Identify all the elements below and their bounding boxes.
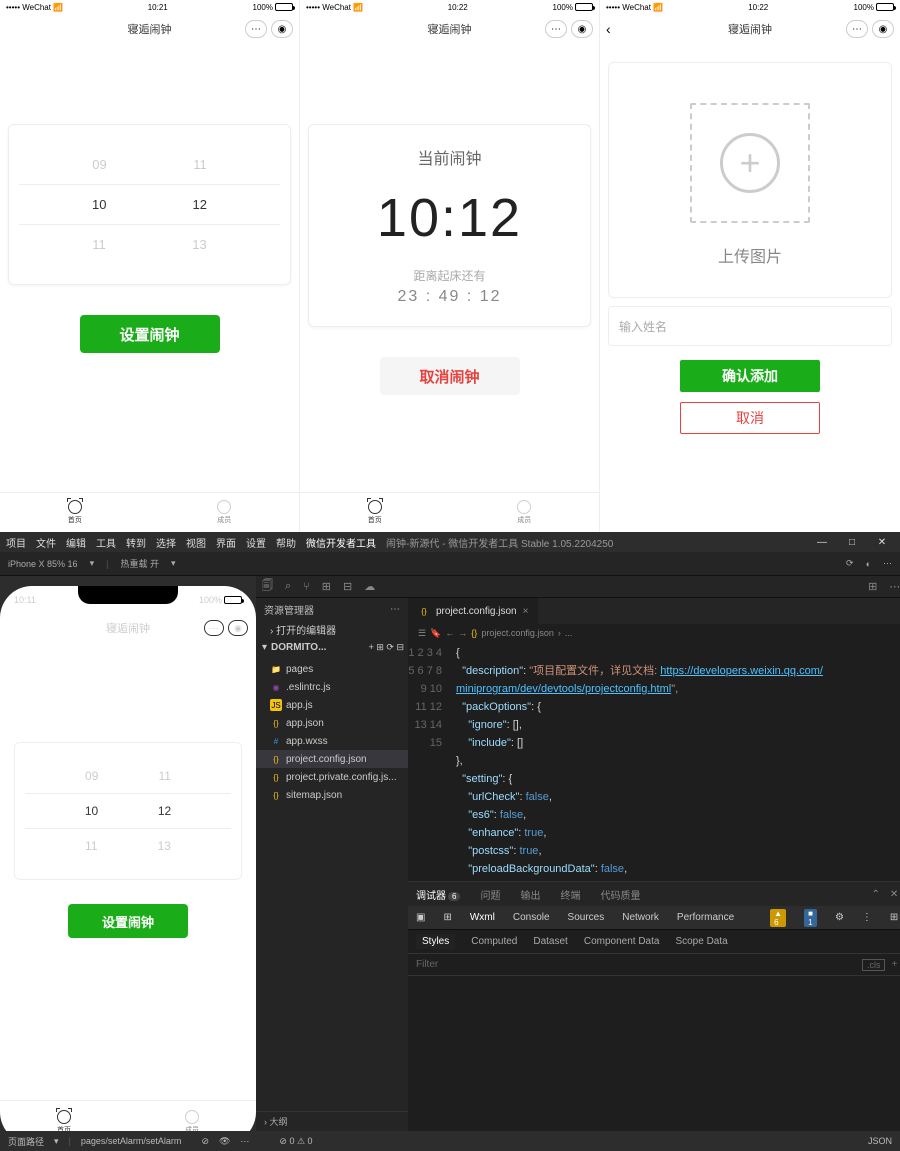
tab-members[interactable]: 成员 (450, 493, 600, 532)
clock-icon (68, 500, 82, 514)
outline[interactable]: › 大纲 (256, 1111, 408, 1131)
more-icon: ⋯ (883, 558, 892, 569)
refresh-icon: ⟳ (846, 558, 854, 569)
confirm-add-button[interactable]: 确认添加 (680, 360, 820, 392)
file-app.wxss[interactable]: #app.wxss (256, 732, 408, 750)
debug-panel: 调试器6 问题输出终端代码质量 ⌃✕ ▣⊞ WxmlConsoleSources… (408, 881, 900, 1131)
plus-icon: + (720, 133, 780, 193)
pause-icon: ◐ (866, 559, 871, 569)
toolbar[interactable]: iPhone X 85% 16▾| 热重载 开▾ ⟳◐⋯ (0, 552, 900, 576)
tabbar: 首页 成员 (0, 492, 299, 532)
name-input[interactable]: 输入姓名 (608, 306, 892, 346)
debug-tabs[interactable]: 调试器6 问题输出终端代码质量 ⌃✕ (408, 882, 900, 906)
nav-bar: ‹ 寝逅闹钟 ⋯◉ (600, 14, 900, 44)
statusbar[interactable]: 页面路径▾|pages/setAlarm/setAlarm ⊘👁⋯ ⊘ 0 ⚠ … (0, 1131, 900, 1151)
close-icon[interactable]: ◉ (271, 20, 293, 38)
code-editor[interactable]: 1 2 3 4 5 6 7 8 9 10 11 12 13 14 15 { "d… (408, 642, 900, 881)
tab-home[interactable]: 首页 (0, 1101, 128, 1131)
close-tab-icon: × (523, 606, 529, 617)
countdown-value: 23 : 49 : 12 (319, 288, 580, 306)
tab-members[interactable]: 成员 (150, 493, 300, 532)
menubar[interactable]: 项目文件编辑工具转到选择视图界面设置帮助微信开发者工具 闹钟-新源代 - 微信开… (0, 532, 900, 552)
tabbar: 首页 成员 (300, 492, 599, 532)
back-icon[interactable]: ‹ (606, 21, 611, 37)
menu-icon[interactable]: ⋯ (846, 20, 868, 38)
close-panel-icon: ✕ (890, 889, 898, 900)
status-bar: ••••• WeChat📶 10:22 100% (300, 0, 599, 14)
member-icon (217, 500, 231, 514)
phone-screen-1: ••••• WeChat📶 10:21 100% 寝逅闹钟 ⋯◉ 0911 10… (0, 0, 300, 532)
window-controls[interactable]: — □ ✕ (810, 537, 894, 548)
file-explorer[interactable]: 资源管理器⋯ › 打开的编辑器 ▾DORMITO...+ ⊞ ⟳ ⊟ 📁page… (256, 598, 408, 1131)
member-icon (517, 500, 531, 514)
editor-tab: {}project.config.json× (408, 598, 538, 624)
menu-icon[interactable]: ⋯ (545, 20, 567, 38)
branch-icon: ⑂ (303, 581, 310, 593)
clock-icon (368, 500, 382, 514)
tab-home[interactable]: 首页 (300, 493, 450, 532)
root-folder[interactable]: ▾DORMITO...+ ⊞ ⟳ ⊟ (256, 638, 408, 656)
eye-icon: 👁 (219, 1136, 230, 1147)
search-icon: ⌕ (285, 580, 291, 593)
set-alarm-button[interactable]: 设置闹钟 (68, 904, 188, 938)
upload-card: + 上传图片 (608, 62, 892, 298)
upload-image-button[interactable]: + (690, 103, 810, 223)
page-title: 寝逅闹钟 (428, 21, 472, 37)
phone-screen-3: ••••• WeChat📶 10:22 100% ‹ 寝逅闹钟 ⋯◉ + 上传图… (600, 0, 900, 532)
simulator-frame[interactable]: 10:11100% 寝逅闹钟⋯◉ 0911 1012 1113 设置闹钟 首页 … (0, 586, 256, 1131)
wechat-devtools: 项目文件编辑工具转到选择视图界面设置帮助微信开发者工具 闹钟-新源代 - 微信开… (0, 532, 900, 1151)
close-icon: ✕ (870, 537, 894, 548)
file-app.js[interactable]: JSapp.js (256, 696, 408, 714)
status-bar: ••••• WeChat📶 10:22 100% (600, 0, 900, 14)
nav-bar: 寝逅闹钟 ⋯◉ (300, 14, 599, 44)
style-tabs[interactable]: StylesComputedDatasetComponent DataScope… (408, 930, 900, 954)
file-pages[interactable]: 📁pages (256, 660, 408, 678)
maximize-icon: □ (840, 537, 864, 548)
gear-icon: ⚙ (835, 912, 844, 923)
minimize-icon: — (810, 537, 834, 548)
alarm-time: 10:12 (319, 187, 580, 249)
files-icon: 🗐 (262, 577, 273, 596)
filter-row[interactable]: Filter.cls+ (408, 954, 900, 976)
set-alarm-button[interactable]: 设置闹钟 (80, 315, 220, 353)
alarm-title: 当前闹钟 (319, 145, 580, 169)
breadcrumb[interactable]: ☰🔖←→ {}project.config.json›... (408, 624, 900, 642)
simulator-panel: 10:11100% 寝逅闹钟⋯◉ 0911 1012 1113 设置闹钟 首页 … (0, 576, 256, 1131)
file-.eslintrc.js[interactable]: ◉.eslintrc.js (256, 678, 408, 696)
cancel-alarm-button[interactable]: 取消闹钟 (380, 357, 520, 395)
file-app.json[interactable]: {}app.json (256, 714, 408, 732)
status-bar: ••••• WeChat📶 10:21 100% (0, 0, 299, 14)
phone-screen-2: ••••• WeChat📶 10:22 100% 寝逅闹钟 ⋯◉ 当前闹钟 10… (300, 0, 600, 532)
page-title: 寝逅闹钟 (728, 21, 772, 37)
editor-icon-bar[interactable]: 🗐⌕⑂⊞⊟☁ ⊞⋯ (256, 576, 900, 598)
page-title: 寝逅闹钟 (128, 21, 172, 37)
open-editors[interactable]: › 打开的编辑器 (256, 620, 408, 638)
file-project.private.config.js...[interactable]: {}project.private.config.js... (256, 768, 408, 786)
time-picker-card[interactable]: 0911 1012 1113 (8, 124, 291, 285)
cancel-button[interactable]: 取消 (680, 402, 820, 434)
close-icon[interactable]: ◉ (571, 20, 593, 38)
upload-label: 上传图片 (619, 243, 881, 267)
current-alarm-card: 当前闹钟 10:12 距离起床还有 23 : 49 : 12 (308, 124, 591, 327)
menu-icon[interactable]: ⋯ (245, 20, 267, 38)
countdown-label: 距离起床还有 (319, 267, 580, 284)
tab-members[interactable]: 成员 (128, 1101, 256, 1131)
tab-home[interactable]: 首页 (0, 493, 150, 532)
close-icon[interactable]: ◉ (872, 20, 894, 38)
inspector-tabs[interactable]: ▣⊞ WxmlConsoleSourcesNetworkPerformance … (408, 906, 900, 930)
editor-pane: {}project.config.json× ☰🔖←→ {}project.co… (408, 598, 900, 1131)
file-project.config.json[interactable]: {}project.config.json (256, 750, 408, 768)
editor-tabs[interactable]: {}project.config.json× (408, 598, 900, 624)
nav-bar: 寝逅闹钟 ⋯◉ (0, 14, 299, 44)
file-sitemap.json[interactable]: {}sitemap.json (256, 786, 408, 804)
